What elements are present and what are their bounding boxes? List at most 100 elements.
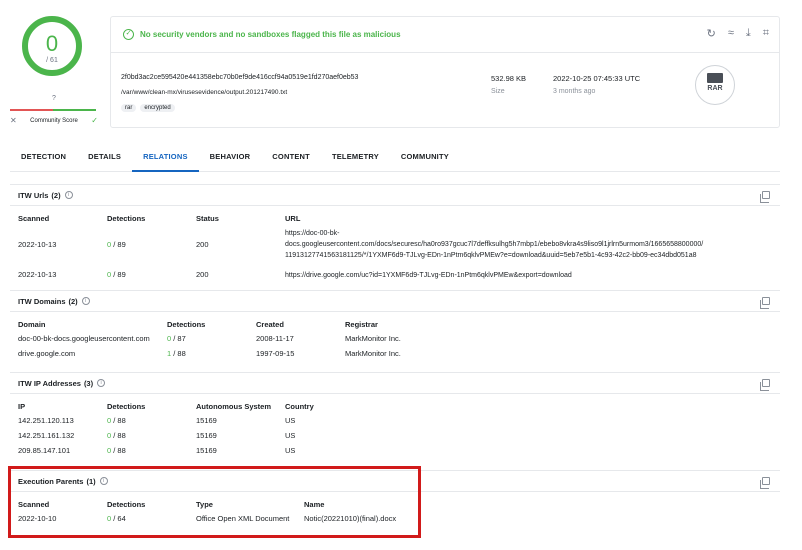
copy-icon[interactable]	[760, 297, 770, 309]
info-icon[interactable]: i	[97, 379, 106, 387]
col-url: URL	[285, 214, 301, 223]
verdict-message: No security vendors and no sandboxes fla…	[140, 30, 401, 39]
detections-total: / 88	[111, 431, 126, 440]
url-line: 11913127741563181125/*/1YXMF6d9-TJLvg-ED…	[285, 252, 697, 259]
detections-cell: 0 / 87	[167, 334, 256, 343]
table-row: 142.251.161.132 0 / 88 15169 US	[18, 431, 780, 446]
section-header: ITW IP Addresses (3) i	[10, 372, 780, 394]
file-size: 532.98 KB	[491, 74, 527, 83]
table-row: 2022-10-13 0 / 89 200 https://drive.goog…	[18, 270, 780, 284]
graph-icon[interactable]: ⌗	[763, 27, 769, 40]
downvote-icon[interactable]: ✕	[10, 116, 17, 125]
section-header: ITW Urls (2) i	[10, 184, 780, 206]
download-icon[interactable]: ⤓	[746, 27, 751, 40]
section-count: (2)	[51, 190, 61, 200]
table-header: IP Detections Autonomous System Country	[18, 402, 780, 416]
detections-cell: 0 / 88	[107, 416, 196, 425]
detections-cell: 0 / 88	[107, 446, 196, 455]
registrar: MarkMonitor Inc.	[345, 334, 401, 343]
col-country: Country	[285, 402, 314, 411]
analysis-age: 3 months ago	[553, 88, 596, 95]
highlight-box	[8, 466, 421, 538]
col-status: Status	[196, 214, 219, 223]
detection-score-widget: 0 / 61 ? ✕ Community Score ✓	[10, 10, 98, 130]
section-header: ITW Domains (2) i	[10, 290, 780, 312]
tab-details[interactable]: DETAILS	[77, 148, 132, 172]
section-title: ITW Urls	[18, 190, 49, 200]
col-domain: Domain	[18, 320, 46, 329]
file-type-badge: RAR	[695, 65, 735, 105]
domain-link[interactable]: doc-00-bk-docs.googleusercontent.com	[18, 334, 167, 343]
table-row: 2022-10-13 0 / 89 200 https://doc-00-bk-…	[18, 228, 780, 264]
domain-link[interactable]: drive.google.com	[18, 349, 167, 358]
http-status: 200	[196, 270, 209, 279]
similar-icon[interactable]: ≈	[728, 27, 734, 40]
as-number: 15169	[196, 431, 217, 440]
as-number: 15169	[196, 416, 217, 425]
ip-link[interactable]: 209.85.147.101	[18, 446, 107, 455]
ip-link[interactable]: 142.251.161.132	[18, 431, 107, 440]
file-type-label: RAR	[707, 85, 723, 92]
tab-telemetry[interactable]: TELEMETRY	[321, 148, 390, 172]
col-created: Created	[256, 320, 284, 329]
tab-behavior[interactable]: BEHAVIOR	[199, 148, 262, 172]
tag-rar[interactable]: rar	[121, 104, 137, 112]
ip-link[interactable]: 142.251.120.113	[18, 416, 107, 425]
as-number: 15169	[196, 446, 217, 455]
analysis-date: 2022-10-25 07:45:33 UTC	[553, 74, 641, 83]
detections-total: / 88	[171, 349, 186, 358]
info-icon[interactable]: i	[81, 297, 90, 305]
community-score-row: ✕ Community Score ✓	[10, 116, 98, 125]
col-registrar: Registrar	[345, 320, 378, 329]
upvote-icon[interactable]: ✓	[91, 116, 98, 125]
table-row: drive.google.com 1 / 88 1997-09-15 MarkM…	[18, 349, 780, 364]
col-detections: Detections	[107, 214, 146, 223]
section-title: ITW IP Addresses	[18, 378, 81, 388]
country: US	[285, 431, 296, 440]
detections-total: / 89	[111, 240, 126, 249]
copy-icon[interactable]	[760, 477, 770, 489]
archive-icon	[707, 73, 723, 83]
copy-icon[interactable]	[760, 379, 770, 391]
tab-detection[interactable]: DETECTION	[10, 148, 77, 172]
table-header: Domain Detections Created Registrar	[18, 320, 780, 334]
detection-ring: 0 / 61	[22, 16, 82, 76]
positives-count: 0	[45, 31, 59, 56]
section-title: ITW Domains	[18, 296, 66, 306]
table-row: 209.85.147.101 0 / 88 15169 US	[18, 446, 780, 461]
detections-total: / 87	[171, 334, 186, 343]
file-info-card: ✓ No security vendors and no sandboxes f…	[110, 16, 780, 128]
verdict-banner: ✓ No security vendors and no sandboxes f…	[111, 17, 779, 53]
reanalyze-icon[interactable]: ↻	[707, 27, 716, 40]
table-row: doc-00-bk-docs.googleusercontent.com 0 /…	[18, 334, 780, 349]
check-circle-icon: ✓	[123, 29, 134, 40]
report-tabs: DETECTION DETAILS RELATIONS BEHAVIOR CON…	[10, 148, 780, 172]
section-count: (2)	[68, 296, 78, 306]
url-link[interactable]: https://doc-00-bk- docs.googleuserconten…	[285, 228, 703, 261]
copy-icon[interactable]	[760, 191, 770, 203]
table-header: Scanned Detections Status URL	[18, 214, 780, 228]
country: US	[285, 416, 296, 425]
tab-relations[interactable]: RELATIONS	[132, 148, 199, 172]
info-icon[interactable]: i	[64, 191, 73, 199]
col-detections: Detections	[167, 320, 206, 329]
tab-content[interactable]: CONTENT	[261, 148, 321, 172]
total-engines: / 61	[46, 57, 58, 64]
scanned-date: 2022-10-13	[18, 240, 57, 249]
itw-urls-section: ITW Urls (2) i Scanned Detections Status…	[10, 184, 780, 284]
file-hash[interactable]: 2f0bd3ac2ce595420e441358ebc70b0ef9de416c…	[121, 74, 358, 81]
itw-ip-addresses-section: ITW IP Addresses (3) i IP Detections Aut…	[10, 372, 780, 461]
detections-cell: 1 / 88	[167, 349, 256, 358]
created-date: 2008-11-17	[256, 334, 294, 343]
file-size-label: Size	[491, 88, 505, 95]
file-tags: rar encrypted	[121, 104, 175, 112]
col-scanned: Scanned	[18, 214, 50, 223]
url-link[interactable]: https://drive.google.com/uc?id=1YXMF6d9-…	[285, 270, 572, 281]
detections-total: / 88	[111, 446, 126, 455]
url-line: https://doc-00-bk-	[285, 230, 340, 237]
detections-total: / 89	[111, 270, 126, 279]
file-path: /var/www/clean-mx/virusesevidence/output…	[121, 89, 288, 96]
community-score-label: Community Score	[30, 117, 78, 124]
tab-community[interactable]: COMMUNITY	[390, 148, 460, 172]
tag-encrypted[interactable]: encrypted	[140, 104, 175, 112]
